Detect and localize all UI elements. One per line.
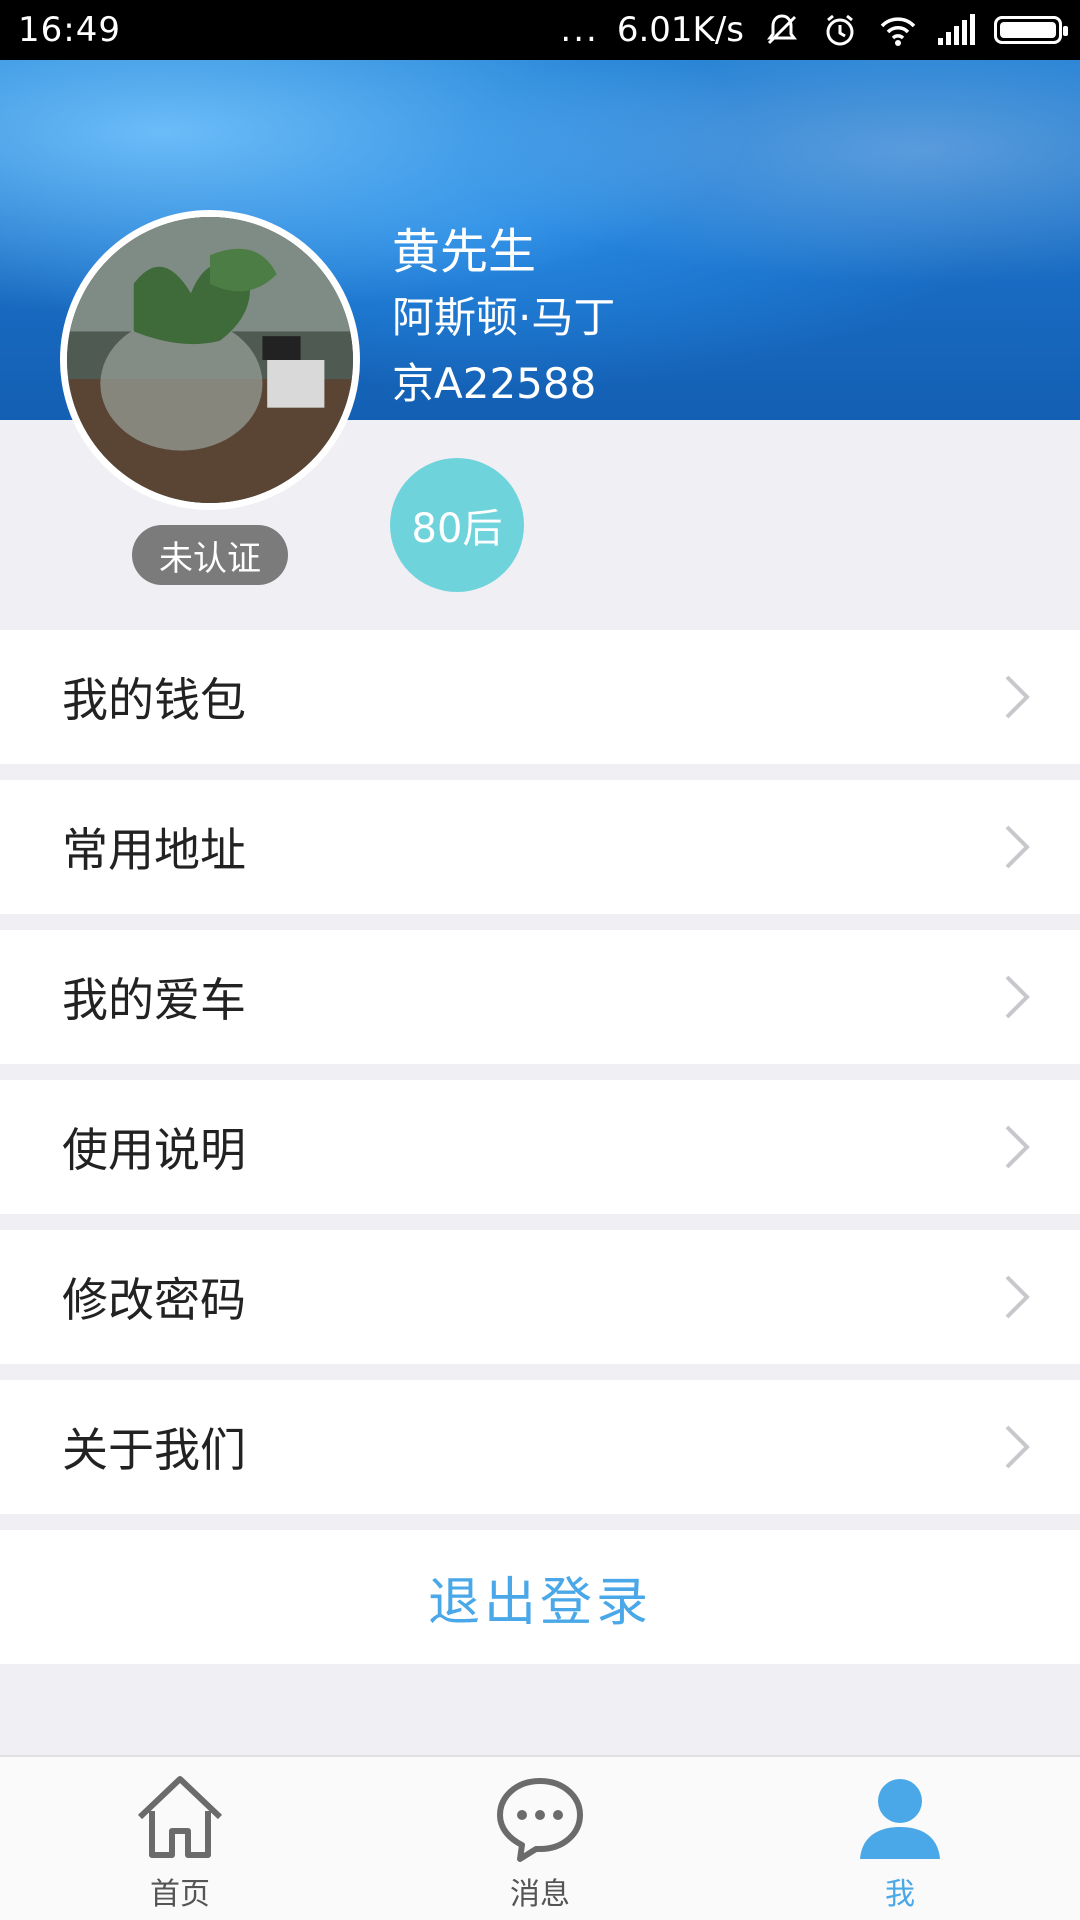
message-icon — [497, 1778, 583, 1862]
status-icons: ... 6.01K/s — [560, 10, 1068, 50]
menu-item-label: 修改密码 — [62, 1273, 246, 1327]
menu-item-change-password[interactable]: 修改密码 — [0, 1230, 1080, 1364]
menu-item-label: 使用说明 — [62, 1123, 246, 1177]
bottom-tab-bar: 首页 消息 我 — [0, 1755, 1080, 1920]
status-bar: 16:49 ... 6.01K/s — [0, 0, 1080, 60]
tab-me[interactable]: 我 — [720, 1757, 1080, 1920]
avatar[interactable] — [60, 210, 360, 510]
logout-button[interactable]: 退出登录 — [0, 1530, 1080, 1664]
menu-item-my-car[interactable]: 我的爱车 — [0, 930, 1080, 1064]
signal-icon — [936, 10, 976, 50]
chevron-right-icon — [1005, 1125, 1030, 1169]
mute-icon — [762, 10, 802, 50]
menu-item-label: 关于我们 — [62, 1423, 246, 1477]
tab-label: 消息 — [510, 1877, 570, 1912]
battery-icon — [994, 16, 1068, 44]
wifi-icon — [878, 10, 918, 50]
age-group-badge[interactable]: 80后 — [390, 458, 524, 592]
status-dots: ... — [560, 10, 599, 50]
menu-item-wallet[interactable]: 我的钱包 — [0, 630, 1080, 764]
chevron-right-icon — [1005, 1425, 1030, 1469]
tab-home[interactable]: 首页 — [0, 1757, 360, 1920]
menu-item-label: 我的爱车 — [62, 973, 246, 1027]
chevron-right-icon — [1005, 675, 1030, 719]
user-icon — [860, 1779, 940, 1859]
status-time: 16:49 — [18, 10, 121, 50]
chevron-right-icon — [1005, 825, 1030, 869]
tab-label: 首页 — [150, 1877, 210, 1912]
network-speed: 6.01K/s — [616, 10, 744, 50]
menu-item-label: 我的钱包 — [62, 673, 246, 727]
user-name: 黄先生 — [392, 224, 537, 280]
logout-label: 退出登录 — [427, 1572, 652, 1633]
car-model: 阿斯顿·马丁 — [392, 293, 616, 342]
home-icon — [137, 1776, 223, 1858]
verify-status-badge: 未认证 — [132, 525, 288, 585]
menu-item-label: 常用地址 — [62, 823, 246, 877]
license-plate: 京A22588 — [392, 359, 597, 408]
alarm-icon — [820, 10, 860, 50]
menu-item-instructions[interactable]: 使用说明 — [0, 1080, 1080, 1214]
tab-label: 我 — [885, 1877, 915, 1912]
tab-messages[interactable]: 消息 — [360, 1757, 720, 1920]
menu-item-addresses[interactable]: 常用地址 — [0, 780, 1080, 914]
chevron-right-icon — [1005, 975, 1030, 1019]
menu-item-about-us[interactable]: 关于我们 — [0, 1380, 1080, 1514]
chevron-right-icon — [1005, 1275, 1030, 1319]
avatar-photo — [67, 217, 353, 503]
